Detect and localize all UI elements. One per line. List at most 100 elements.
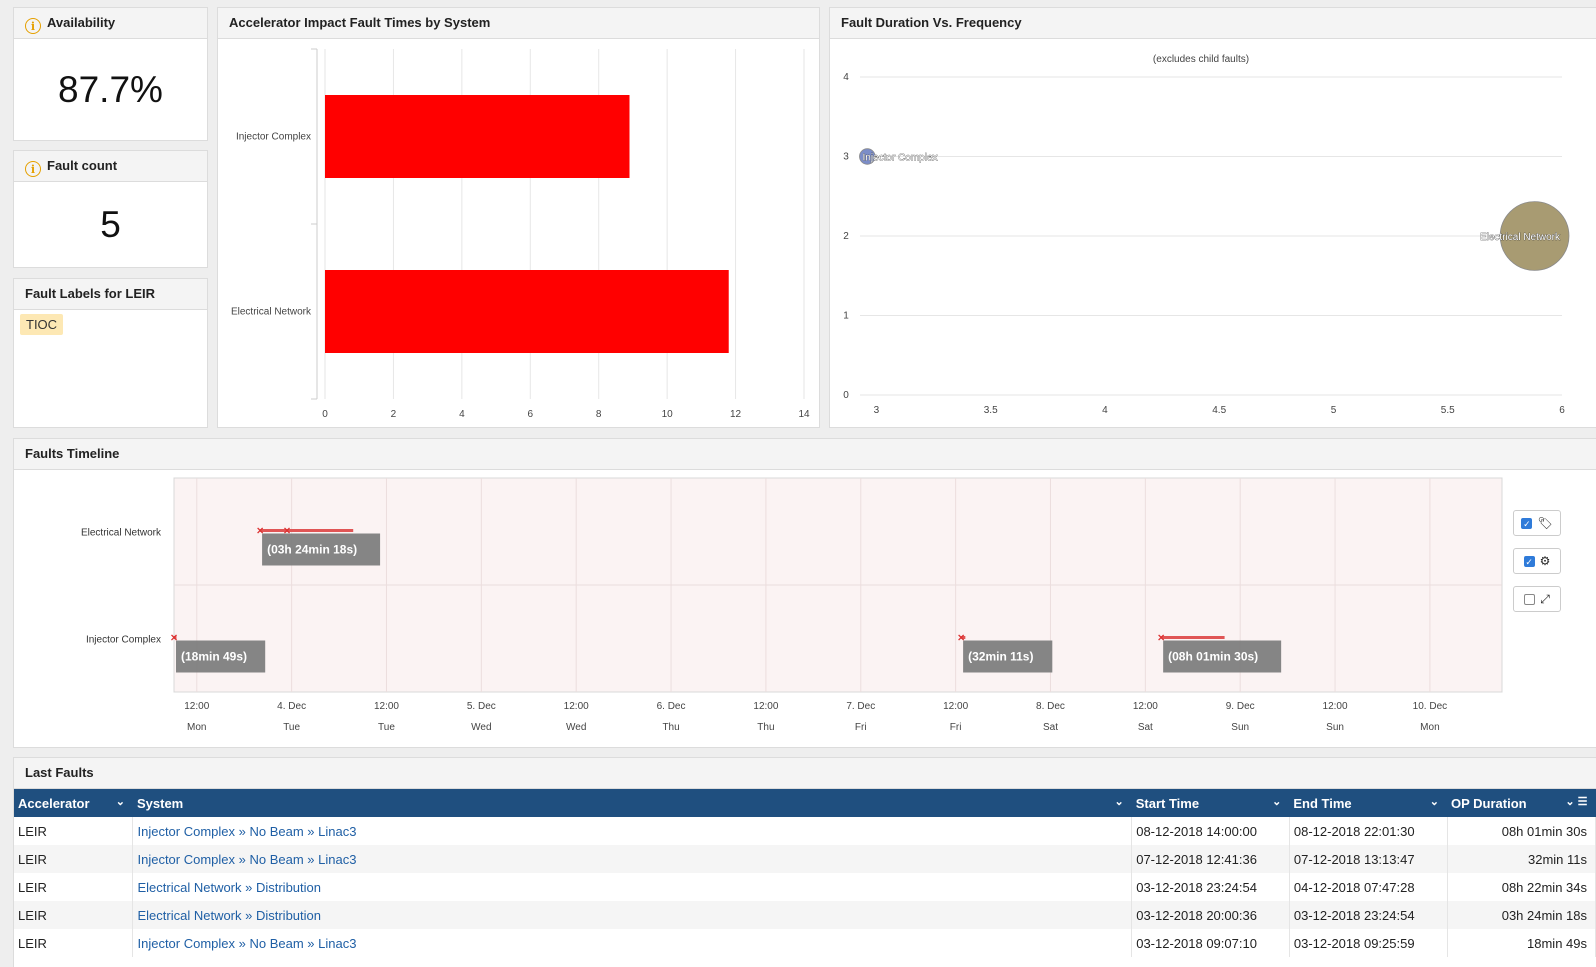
hierarchy-icon: ⚙ <box>1539 554 1551 568</box>
bar <box>325 270 729 353</box>
impact-chart-panel: Accelerator Impact Fault Times by System… <box>217 7 820 428</box>
day-tick-label: Mon <box>187 722 206 733</box>
tags-icon: 🏷 <box>1537 516 1553 530</box>
toggle-checkbox[interactable]: ✓ <box>1521 517 1533 529</box>
x-tick-label: 12 <box>730 409 742 420</box>
y-tick-label: 2 <box>843 231 849 242</box>
x-tick-label: 4.5 <box>1212 405 1226 416</box>
column-header-end-time[interactable]: End Time ⌄ <box>1289 789 1447 817</box>
column-header-label: OP Duration <box>1451 795 1527 811</box>
table-cell-op-duration: 32min 11s <box>1447 845 1596 873</box>
faults-timeline-title: Faults Timeline <box>14 439 1596 470</box>
y-tick-label: 3 <box>843 152 849 163</box>
fault-duration-label: (32min 11s) <box>963 640 1053 673</box>
info-icon[interactable]: i <box>25 18 41 34</box>
table-cell-system[interactable]: Injector Complex » No Beam » Linac3 <box>132 845 1133 873</box>
timeline-toggle-expand[interactable]: ⤢ <box>1513 586 1561 612</box>
table-cell-accelerator: LEIR <box>14 873 134 901</box>
x-tick-label: 14 <box>798 409 810 420</box>
table-cell-system[interactable]: Injector Complex » No Beam » Linac3 <box>132 929 1133 957</box>
toggle-checkbox[interactable] <box>1524 593 1536 605</box>
table-cell-system[interactable]: Electrical Network » Distribution <box>132 901 1133 929</box>
column-header-accelerator[interactable]: Accelerator ⌄ <box>14 789 133 817</box>
table-cell-start-time: 03-12-2018 20:00:36 <box>1131 901 1290 929</box>
category-label: Electrical Network <box>231 307 312 318</box>
x-tick-label: 4 <box>459 409 465 420</box>
timeline-toggle-tags[interactable]: ✓ 🏷 <box>1513 510 1561 536</box>
timeline-toggle-hierarchy[interactable]: ✓ ⚙ <box>1513 548 1561 574</box>
fault-labels-panel: Fault Labels for LEIR TIOC <box>13 278 208 428</box>
fault-count-value: 5 <box>100 204 121 245</box>
x-tick-label: 6 <box>1559 405 1565 416</box>
day-tick-label: Tue <box>378 722 395 733</box>
bubble-label: Electrical Network <box>1480 232 1561 243</box>
x-tick-label: 2 <box>391 409 397 420</box>
day-tick-label: Fri <box>950 722 962 733</box>
table-row[interactable]: LEIR Injector Complex » No Beam » Linac3 0… <box>14 817 1596 845</box>
y-tick-label: 0 <box>843 390 849 401</box>
time-tick-label: 6. Dec <box>657 701 686 712</box>
table-cell-end-time: 07-12-2018 13:13:47 <box>1289 845 1448 873</box>
time-tick-label: 12:00 <box>1323 701 1348 712</box>
fault-label-text: (32min 11s) <box>968 650 1033 664</box>
table-cell-system[interactable]: Electrical Network » Distribution <box>132 873 1133 901</box>
time-tick-label: 9. Dec <box>1226 701 1255 712</box>
table-cell-end-time: 03-12-2018 09:25:59 <box>1289 929 1448 957</box>
chart-subtitle: (excludes child faults) <box>1153 54 1249 65</box>
duration-frequency-title: Fault Duration Vs. Frequency <box>830 8 1596 39</box>
last-faults-table: Accelerator ⌄ System ⌄ Start Time ⌄ End Time ⌄ O… <box>14 789 1596 957</box>
y-tick-label: 4 <box>843 72 849 83</box>
table-cell-start-time: 03-12-2018 09:07:10 <box>1131 929 1290 957</box>
column-header-start-time[interactable]: Start Time ⌄ <box>1131 789 1290 817</box>
table-cell-op-duration: 08h 22min 34s <box>1447 873 1596 901</box>
chevron-down-icon[interactable]: ⌄ ☰ <box>1565 795 1587 808</box>
day-tick-label: Sun <box>1231 722 1249 733</box>
chevron-down-icon[interactable]: ⌄ <box>1430 795 1439 808</box>
fault-labels-header: Fault Labels for LEIR <box>14 279 207 310</box>
table-cell-system[interactable]: Injector Complex » No Beam » Linac3 <box>132 817 1133 845</box>
table-row[interactable]: LEIR Injector Complex » No Beam » Linac3 0… <box>14 845 1596 873</box>
column-header-system[interactable]: System ⌄ <box>132 789 1132 817</box>
table-row[interactable]: LEIR Electrical Network » Distribution 03-… <box>14 901 1596 929</box>
table-cell-end-time: 08-12-2018 22:01:30 <box>1289 817 1448 845</box>
faults-timeline-panel: Faults Timeline 12:00 Mon 4. Dec Tue 12:00 Tu… <box>13 438 1596 748</box>
column-header-op-duration[interactable]: OP Duration ⌄ ☰ <box>1447 789 1596 817</box>
timeline-row-label: Electrical Network <box>81 528 162 539</box>
fault-label-tag[interactable]: TIOC <box>20 314 64 335</box>
table-row[interactable]: LEIR Electrical Network » Distribution 03-… <box>14 873 1596 901</box>
fault-count-header: i Fault count <box>14 151 207 182</box>
x-tick-label: 5 <box>1331 405 1337 416</box>
toggle-checkbox[interactable]: ✓ <box>1523 555 1535 567</box>
x-tick-label: 8 <box>596 409 602 420</box>
time-tick-label: 8. Dec <box>1036 701 1065 712</box>
table-row[interactable]: LEIR Injector Complex » No Beam » Linac3 0… <box>14 929 1596 957</box>
chevron-down-icon[interactable]: ⌄ <box>1272 795 1281 808</box>
x-tick-label: 4 <box>1102 405 1108 416</box>
time-tick-label: 7. Dec <box>846 701 875 712</box>
fault-label-text: (18min 49s) <box>181 650 247 664</box>
table-cell-end-time: 03-12-2018 23:24:54 <box>1289 901 1448 929</box>
time-tick-label: 12:00 <box>943 701 968 712</box>
day-tick-label: Wed <box>471 722 491 733</box>
duration-frequency-chart: (excludes child faults) 0 1 2 3 4 3 3.5 4 4.5 5 5.5… <box>843 54 1570 416</box>
table-cell-end-time: 04-12-2018 07:47:28 <box>1289 873 1448 901</box>
category-label: Injector Complex <box>236 132 311 143</box>
day-tick-label: Fri <box>855 722 867 733</box>
info-icon[interactable]: i <box>25 161 41 177</box>
column-header-label: Start Time <box>1135 795 1200 811</box>
table-cell-start-time: 03-12-2018 23:24:54 <box>1131 873 1290 901</box>
chevron-down-icon[interactable]: ⌄ <box>116 795 125 808</box>
table-cell-accelerator: LEIR <box>14 845 134 873</box>
timeline-row-label: Injector Complex <box>86 635 161 646</box>
availability-header: i Availability <box>14 8 207 39</box>
impact-chart-title: Accelerator Impact Fault Times by System <box>218 8 819 39</box>
time-tick-label: 12:00 <box>1133 701 1158 712</box>
day-tick-label: Sat <box>1043 722 1058 733</box>
availability-panel: i Availability 87.7% <box>13 7 208 141</box>
table-cell-accelerator: LEIR <box>14 901 134 929</box>
faults-timeline-chart: 12:00 Mon 4. Dec Tue 12:00 Tue 5. Dec Wed 12:00 W… <box>81 477 1503 733</box>
day-tick-label: Thu <box>662 722 679 733</box>
day-tick-label: Wed <box>566 722 586 733</box>
chevron-down-icon[interactable]: ⌄ <box>1115 795 1124 808</box>
time-tick-label: 12:00 <box>753 701 778 712</box>
